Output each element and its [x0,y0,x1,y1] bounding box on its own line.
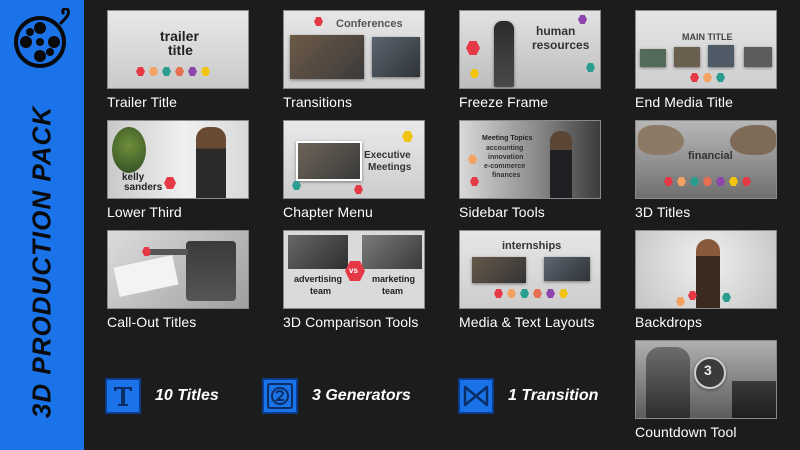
transition-bowtie-icon [458,378,494,414]
tile-label: Transitions [283,94,353,110]
pack-title: 3D PRODUCTION PACK [26,105,57,419]
thumbnail: trailer title [107,10,249,89]
overlay-text: innovation [488,154,524,161]
overlay-text: sanders [124,182,163,193]
overlay-text: advertising [294,274,343,284]
thumbnail: kelly sanders [107,120,249,199]
thumbnail: Conferences [283,10,425,89]
overlay-text: internships [502,240,562,252]
tile-3d-comparison-tools[interactable]: advertising team vs marketing team 3D Co… [283,230,425,330]
tile-backdrops[interactable]: Backdrops [635,230,777,330]
overlay-text: financial [688,150,733,162]
generator-circle-icon [262,378,298,414]
feature-titles: 10 Titles [105,378,219,414]
thumbnail: internships [459,230,601,309]
hex-row [664,177,751,186]
thumbnail: financial [635,120,777,199]
overlay-text: vs [349,266,358,275]
tile-label: Trailer Title [107,94,178,110]
overlay-text: team [382,286,404,296]
feature-transition: 1 Transition [458,378,598,414]
tile-trailer-title[interactable]: trailer title Trailer Title [107,10,249,110]
feature-label: 1 Transition [508,387,599,404]
hex-row [136,67,210,76]
sidebar: 3D PRODUCTION PACK [0,0,84,450]
thumbnail: Executive Meetings [283,120,425,199]
overlay-text: title [168,42,193,58]
feature-label: 3 Generators [312,387,411,404]
tile-freeze-frame[interactable]: human resources Freeze Frame [459,10,601,110]
tile-call-out-titles[interactable]: Call-Out Titles [107,230,249,330]
tile-chapter-menu[interactable]: Executive Meetings Chapter Menu [283,120,425,220]
tile-label: Chapter Menu [283,204,373,220]
hex-row [690,73,725,82]
thumbnail [107,230,249,309]
tile-label: Freeze Frame [459,94,549,110]
tile-label: Lower Third [107,204,182,220]
overlay-text: finances [492,172,521,179]
tile-label: 3D Titles [635,204,691,220]
tile-end-media-title[interactable]: MAIN TITLE End Media Title [635,10,777,110]
thumbnail: human resources [459,10,601,89]
thumbnail: Meeting Topics accounting innovation e-c… [459,120,601,199]
tile-media-text-layouts[interactable]: internships Media & Text Layouts [459,230,601,330]
overlay-text: human [536,24,576,38]
tile-label: Sidebar Tools [459,204,545,220]
tile-label: Countdown Tool [635,424,737,440]
thumbnail: MAIN TITLE [635,10,777,89]
overlay-text: Executive [364,150,411,161]
tile-sidebar-tools[interactable]: Meeting Topics accounting innovation e-c… [459,120,601,220]
tile-3d-titles[interactable]: financial 3D Titles [635,120,777,220]
overlay-text: Meeting Topics [482,135,533,142]
tile-transitions[interactable]: Conferences Transitions [283,10,425,110]
tile-lower-third[interactable]: kelly sanders Lower Third [107,120,249,220]
overlay-text: Conferences [336,18,403,30]
feature-generators: 3 Generators [262,378,411,414]
overlay-text: e-commerce [484,163,526,170]
tile-label: End Media Title [635,94,733,110]
feature-label: 10 Titles [155,387,219,404]
thumbnail [635,230,777,309]
overlay-text: MAIN TITLE [682,32,733,42]
overlay-text: 3 [704,362,712,378]
overlay-text: marketing [372,274,416,284]
tile-label: Media & Text Layouts [459,314,595,330]
overlay-text: trailer [160,28,199,44]
thumbnail: advertising team vs marketing team [283,230,425,309]
tile-label: Backdrops [635,314,703,330]
overlay-text: accounting [486,145,524,152]
film-reel-icon [14,8,70,68]
hex-row [494,289,568,298]
overlay-text: Meetings [368,162,412,173]
tile-label: Call-Out Titles [107,314,197,330]
thumbnail: 3 [635,340,777,419]
overlay-text: resources [532,38,590,52]
overlay-text: team [310,286,332,296]
tile-countdown-tool[interactable]: 3 Countdown Tool [635,340,777,440]
title-t-icon [105,378,141,414]
tile-label: 3D Comparison Tools [283,314,419,330]
